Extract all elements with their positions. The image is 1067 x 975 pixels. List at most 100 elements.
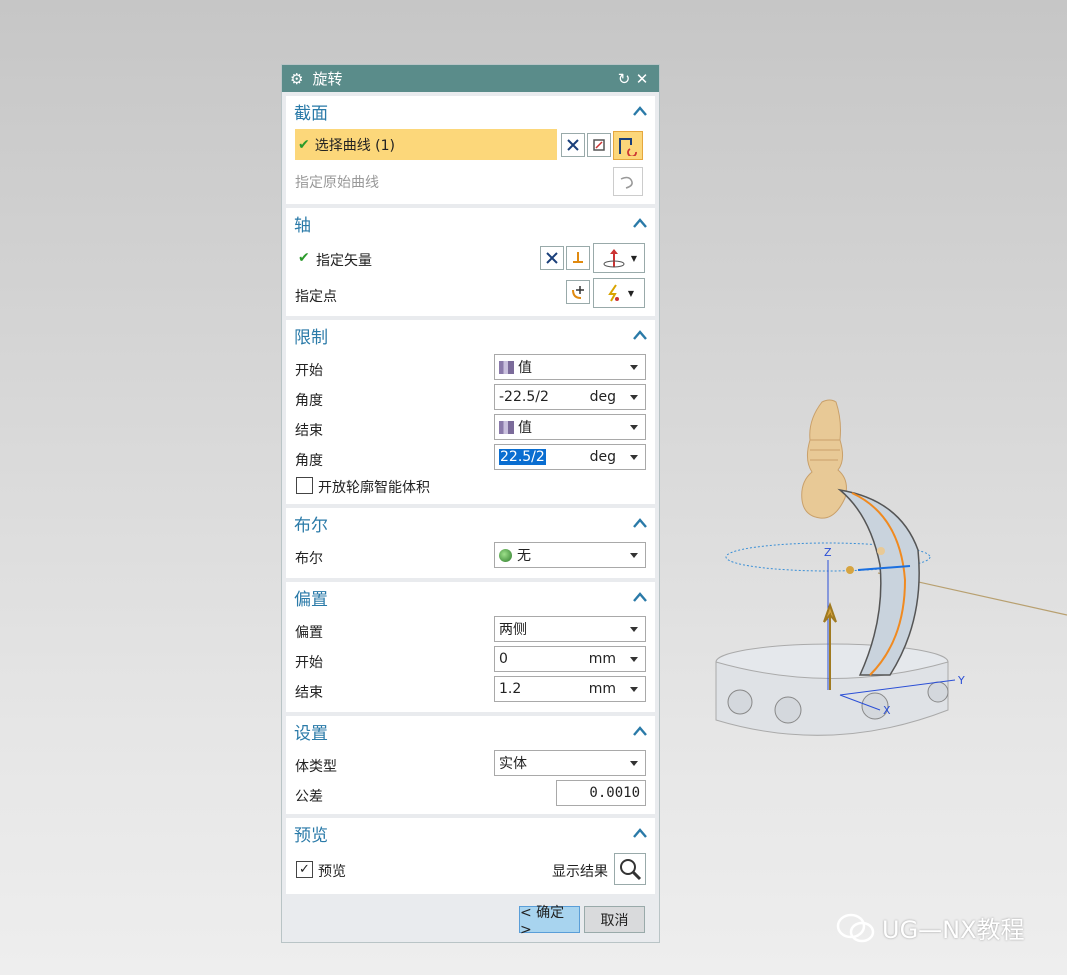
boolean-title: 布尔 — [294, 515, 328, 536]
vector-dialog-icon[interactable] — [566, 246, 590, 270]
offset-end-unit: mm — [588, 681, 616, 697]
axis-header[interactable]: 轴 — [286, 208, 655, 238]
specify-vector-label: 指定矢量 — [316, 253, 372, 269]
settings-panel: 设置 体类型 实体 公差 0.0010 — [286, 716, 655, 814]
collapse-icon[interactable] — [633, 592, 647, 602]
collapse-icon[interactable] — [633, 106, 647, 116]
offset-end-value: 1.2 — [499, 681, 522, 697]
base-stone — [927, 681, 949, 703]
dialog-title: 旋转 — [312, 70, 343, 88]
end-angle-unit: deg — [589, 449, 616, 465]
offset-select[interactable]: 两侧 — [494, 616, 646, 642]
show-result-button[interactable] — [614, 853, 646, 885]
preview-label: 预览 — [318, 864, 346, 880]
collapse-icon[interactable] — [633, 726, 647, 736]
body-type-select[interactable]: 实体 — [494, 750, 646, 776]
magnifier-icon — [620, 859, 642, 881]
vector-type-dropdown[interactable]: ▼ — [593, 243, 645, 273]
boolean-none-icon — [499, 548, 512, 562]
ok-button[interactable]: < 确定 > — [519, 905, 580, 938]
value-icon — [499, 420, 514, 434]
offset-title: 偏置 — [294, 589, 328, 610]
offset-start-label: 开始 — [295, 655, 323, 671]
reverse-direction-icon[interactable] — [561, 133, 585, 157]
limits-header[interactable]: 限制 — [286, 320, 655, 350]
start-angle-value: -22.5/2 — [499, 389, 549, 405]
offset-value: 两侧 — [499, 622, 527, 638]
axis-panel: 轴 ✔ 指定矢量 ▼ 指定点 ▼ — [286, 208, 655, 316]
reset-icon[interactable]: ↻ — [615, 70, 633, 88]
boolean-header[interactable]: 布尔 — [286, 508, 655, 538]
offset-header[interactable]: 偏置 — [286, 582, 655, 612]
limits-panel: 限制 开始 值 角度 -22.5/2 deg 结束 值 角度 22.5/2 de… — [286, 320, 655, 504]
tolerance-value: 0.0010 — [589, 785, 640, 801]
offset-label: 偏置 — [295, 625, 323, 641]
point-type-dropdown[interactable]: ▼ — [593, 278, 645, 308]
start-label: 开始 — [295, 363, 323, 379]
offset-end-input[interactable]: 1.2 mm — [494, 676, 646, 702]
specify-point-label: 指定点 — [295, 289, 337, 305]
tolerance-input[interactable]: 0.0010 — [556, 780, 646, 806]
collapse-icon[interactable] — [633, 330, 647, 340]
end-limit-select[interactable]: 值 — [494, 414, 646, 440]
start-angle-input[interactable]: -22.5/2 deg — [494, 384, 646, 410]
preview-header[interactable]: 预览 — [286, 818, 655, 848]
close-icon[interactable]: ✕ — [633, 70, 651, 88]
wechat-icon — [836, 913, 875, 942]
end-angle-label: 角度 — [295, 453, 323, 469]
boolean-panel: 布尔 布尔 无 — [286, 508, 655, 578]
start-angle-label: 角度 — [295, 393, 323, 409]
check-icon: ✔ — [298, 136, 310, 153]
boolean-value: 无 — [517, 548, 531, 564]
end-angle-input[interactable]: 22.5/2 deg — [494, 444, 646, 470]
limits-title: 限制 — [294, 327, 328, 348]
preview-checkbox[interactable]: ✓ — [296, 861, 313, 878]
offset-start-input[interactable]: 0 mm — [494, 646, 646, 672]
body-type-value: 实体 — [499, 756, 527, 772]
settings-header[interactable]: 设置 — [286, 716, 655, 746]
point-dialog-icon[interactable] — [566, 280, 590, 304]
point-handle — [846, 566, 854, 574]
open-profile-checkbox[interactable] — [296, 477, 313, 494]
open-profile-label: 开放轮廓智能体积 — [318, 480, 430, 496]
reverse-direction-icon[interactable] — [540, 246, 564, 270]
specify-origin-curve-label: 指定原始曲线 — [295, 175, 379, 191]
collapse-icon[interactable] — [633, 218, 647, 228]
offset-end-label: 结束 — [295, 685, 323, 701]
base-stone — [727, 689, 753, 715]
section-title: 截面 — [294, 103, 328, 124]
section-panel: 截面 ✔ 选择曲线 (1) 指定原始曲线 — [286, 96, 655, 204]
y-axis-label: Y — [957, 674, 965, 687]
cancel-button[interactable]: 取消 — [584, 906, 645, 933]
check-icon: ✔ — [298, 250, 310, 266]
collapse-icon[interactable] — [633, 828, 647, 838]
boolean-select[interactable]: 无 — [494, 542, 646, 568]
origin-curve-icon[interactable] — [613, 167, 643, 196]
gear-icon: ⚙ — [290, 69, 304, 88]
collapse-icon[interactable] — [633, 518, 647, 528]
dialog-titlebar: ⚙ 旋转 ↻ ✕ — [282, 65, 659, 92]
curve-selection-icon[interactable] — [613, 131, 643, 160]
x-axis-label: X — [883, 704, 891, 717]
preview-title: 预览 — [294, 825, 328, 846]
tolerance-label: 公差 — [295, 789, 323, 805]
end-angle-value: 22.5/2 — [499, 449, 546, 465]
select-curve-row[interactable]: ✔ 选择曲线 (1) — [295, 129, 557, 160]
preview-panel: 预览 ✓ 预览 显示结果 — [286, 818, 655, 894]
body-type-label: 体类型 — [295, 759, 337, 775]
ornament-top — [801, 399, 847, 519]
value-icon — [499, 360, 514, 374]
viewport-3d-model[interactable]: Z Y X — [700, 390, 1067, 750]
revolve-dialog: ⚙ 旋转 ↻ ✕ 截面 ✔ 选择曲线 (1) 指定原始曲线 轴 ✔ 指定矢量 ▼… — [281, 64, 660, 943]
checkmark-icon: ✓ — [299, 862, 310, 877]
offset-panel: 偏置 偏置 两侧 开始 0 mm 结束 1.2 mm — [286, 582, 655, 712]
start-limit-value: 值 — [518, 360, 532, 376]
start-limit-select[interactable]: 值 — [494, 354, 646, 380]
axis-title: 轴 — [294, 215, 311, 236]
sketch-section-icon[interactable] — [587, 133, 611, 157]
end-label: 结束 — [295, 423, 323, 439]
watermark-text: UG—NX教程 — [882, 916, 1025, 944]
section-header[interactable]: 截面 — [286, 96, 655, 126]
base-stone — [774, 696, 802, 724]
offset-start-value: 0 — [499, 651, 508, 667]
